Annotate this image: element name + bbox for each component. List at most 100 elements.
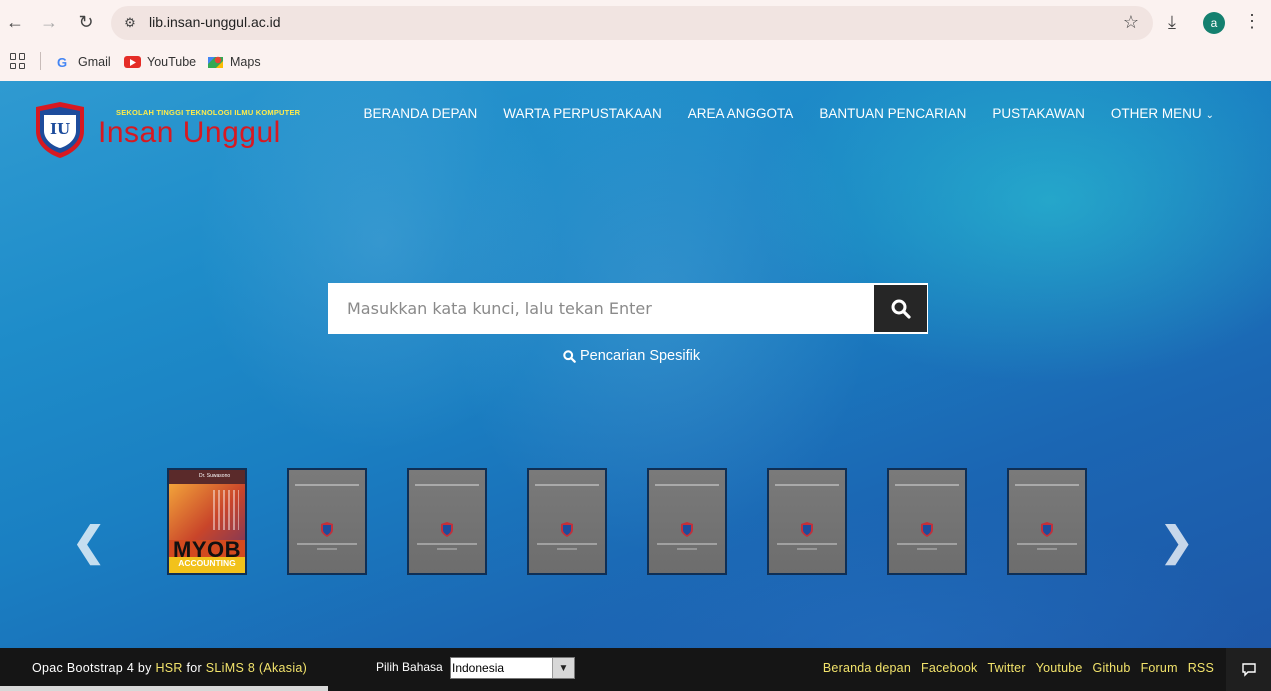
cover-line bbox=[295, 484, 359, 486]
logo-shield-icon: IU bbox=[36, 102, 84, 158]
credit-author-link[interactable]: HSR bbox=[155, 661, 182, 675]
language-select-value: Indonesia bbox=[452, 661, 505, 675]
book-cover[interactable] bbox=[767, 468, 847, 575]
main-navigation: BERANDA DEPAN WARTA PERPUSTAKAAN AREA AN… bbox=[337, 106, 1214, 121]
carousel-next-icon[interactable]: ❯ bbox=[1160, 519, 1194, 565]
nav-other-menu[interactable]: OTHER MENU ⌄ bbox=[1111, 106, 1214, 121]
bookmark-youtube[interactable]: YouTube bbox=[124, 52, 196, 72]
book-cover[interactable] bbox=[287, 468, 367, 575]
language-label: Pilih Bahasa bbox=[376, 660, 443, 674]
cover-line bbox=[655, 484, 719, 486]
search-button[interactable] bbox=[874, 285, 927, 332]
address-bar[interactable]: ⚙ lib.insan-unggul.ac.id ☆ bbox=[111, 6, 1153, 40]
book-cover-header: Dr. Suwasono bbox=[169, 470, 245, 484]
bookmark-gmail[interactable]: G Gmail bbox=[57, 52, 111, 72]
book-cover-author: Dr. Suwasono bbox=[199, 473, 231, 479]
forward-icon[interactable]: → bbox=[37, 10, 61, 34]
book-cover[interactable] bbox=[407, 468, 487, 575]
cover-line bbox=[415, 484, 479, 486]
apps-grid-icon[interactable] bbox=[10, 53, 26, 69]
logo-brand: Insan Unggul bbox=[98, 116, 281, 149]
youtube-icon bbox=[124, 56, 141, 68]
download-icon[interactable]: ⤓ bbox=[1168, 12, 1176, 33]
footer-link-twitter[interactable]: Twitter bbox=[987, 661, 1025, 675]
maps-icon bbox=[208, 55, 223, 70]
cover-line bbox=[657, 543, 717, 545]
cover-logo-icon bbox=[1041, 522, 1053, 537]
search-icon bbox=[563, 349, 576, 363]
language-select[interactable]: Indonesia ▼ bbox=[450, 657, 575, 679]
footer-link-github[interactable]: Github bbox=[1093, 661, 1131, 675]
site-logo[interactable]: IU SEKOLAH TINGGI TEKNOLOGI ILMU KOMPUTE… bbox=[32, 101, 300, 159]
bookmark-star-icon[interactable]: ☆ bbox=[1123, 12, 1139, 33]
cover-line bbox=[775, 484, 839, 486]
nav-bantuan-pencarian[interactable]: BANTUAN PENCARIAN bbox=[819, 106, 966, 121]
back-icon[interactable]: ← bbox=[3, 10, 27, 34]
cover-line bbox=[535, 484, 599, 486]
dropdown-arrow-icon: ▼ bbox=[552, 658, 574, 678]
footer-credit: Opac Bootstrap 4 by HSR for SLiMS 8 (Aka… bbox=[32, 661, 307, 675]
advanced-search-link[interactable]: Pencarian Spesifik bbox=[563, 348, 700, 364]
cover-logo-icon bbox=[801, 522, 813, 537]
book-cover[interactable]: Dr. Suwasono MYOB ACCOUNTING bbox=[167, 468, 247, 575]
credit-prefix: Opac Bootstrap 4 by bbox=[32, 661, 156, 675]
book-cover[interactable] bbox=[1007, 468, 1087, 575]
footer-link-youtube[interactable]: Youtube bbox=[1036, 661, 1083, 675]
footer-link-rss[interactable]: RSS bbox=[1188, 661, 1214, 675]
bookmarks-bar: G Gmail YouTube Maps bbox=[0, 44, 1271, 81]
browser-chrome: ← → ↻ ⚙ lib.insan-unggul.ac.id ☆ ⤓ a ⋮ G… bbox=[0, 0, 1271, 81]
cover-line bbox=[537, 543, 597, 545]
nav-warta-perpustakaan[interactable]: WARTA PERPUSTAKAAN bbox=[503, 106, 662, 121]
book-cover[interactable] bbox=[647, 468, 727, 575]
footer-link-forum[interactable]: Forum bbox=[1141, 661, 1178, 675]
cover-line bbox=[1017, 543, 1077, 545]
address-row: ← → ↻ ⚙ lib.insan-unggul.ac.id ☆ ⤓ a ⋮ bbox=[0, 0, 1271, 44]
cover-line bbox=[437, 548, 457, 550]
chat-bubble-icon bbox=[1241, 663, 1256, 677]
bookmarks-divider bbox=[40, 52, 41, 70]
cover-line bbox=[917, 548, 937, 550]
profile-avatar[interactable]: a bbox=[1203, 12, 1225, 34]
bookmark-label: Gmail bbox=[78, 55, 111, 69]
footer-link-beranda[interactable]: Beranda depan bbox=[823, 661, 911, 675]
browser-menu-icon[interactable]: ⋮ bbox=[1243, 11, 1261, 32]
search-input[interactable] bbox=[328, 283, 873, 334]
book-cover[interactable] bbox=[887, 468, 967, 575]
search-icon bbox=[891, 299, 911, 319]
cover-logo-icon bbox=[321, 522, 333, 537]
cover-line bbox=[297, 543, 357, 545]
cover-line bbox=[897, 543, 957, 545]
cover-logo-icon bbox=[561, 522, 573, 537]
bookmark-label: YouTube bbox=[147, 55, 197, 69]
credit-product-link[interactable]: SLiMS 8 (Akasia) bbox=[206, 661, 307, 675]
advanced-search-label: Pencarian Spesifik bbox=[580, 348, 701, 364]
library-page: IU SEKOLAH TINGGI TEKNOLOGI ILMU KOMPUTE… bbox=[0, 81, 1271, 691]
cover-line bbox=[1037, 548, 1057, 550]
reload-icon[interactable]: ↻ bbox=[74, 10, 98, 34]
book-cover-art bbox=[169, 484, 245, 540]
cover-line bbox=[317, 548, 337, 550]
site-info-icon[interactable]: ⚙ bbox=[121, 14, 139, 32]
nav-pustakawan[interactable]: PUSTAKAWAN bbox=[992, 106, 1085, 121]
url-text[interactable]: lib.insan-unggul.ac.id bbox=[149, 14, 281, 30]
cover-line bbox=[1015, 484, 1079, 486]
nav-beranda-depan[interactable]: BERANDA DEPAN bbox=[363, 106, 477, 121]
book-cover[interactable] bbox=[527, 468, 607, 575]
cover-line bbox=[557, 548, 577, 550]
credit-mid: for bbox=[182, 661, 206, 675]
chevron-down-icon: ⌄ bbox=[1205, 110, 1214, 121]
bookmark-label: Maps bbox=[230, 55, 261, 69]
carousel-prev-icon[interactable]: ❮ bbox=[72, 519, 106, 565]
cover-logo-icon bbox=[441, 522, 453, 537]
nav-other-menu-label: OTHER MENU bbox=[1110, 106, 1202, 121]
cover-logo-icon bbox=[681, 522, 693, 537]
nav-area-anggota[interactable]: AREA ANGGOTA bbox=[688, 106, 794, 121]
chat-button[interactable] bbox=[1226, 648, 1271, 691]
bookmark-maps[interactable]: Maps bbox=[208, 52, 261, 72]
horizontal-scrollbar[interactable] bbox=[0, 686, 328, 691]
footer-links: Beranda depan Facebook Twitter Youtube G… bbox=[813, 661, 1214, 675]
cover-line bbox=[677, 548, 697, 550]
cover-line bbox=[797, 548, 817, 550]
search-box bbox=[328, 283, 928, 334]
footer-link-facebook[interactable]: Facebook bbox=[921, 661, 978, 675]
